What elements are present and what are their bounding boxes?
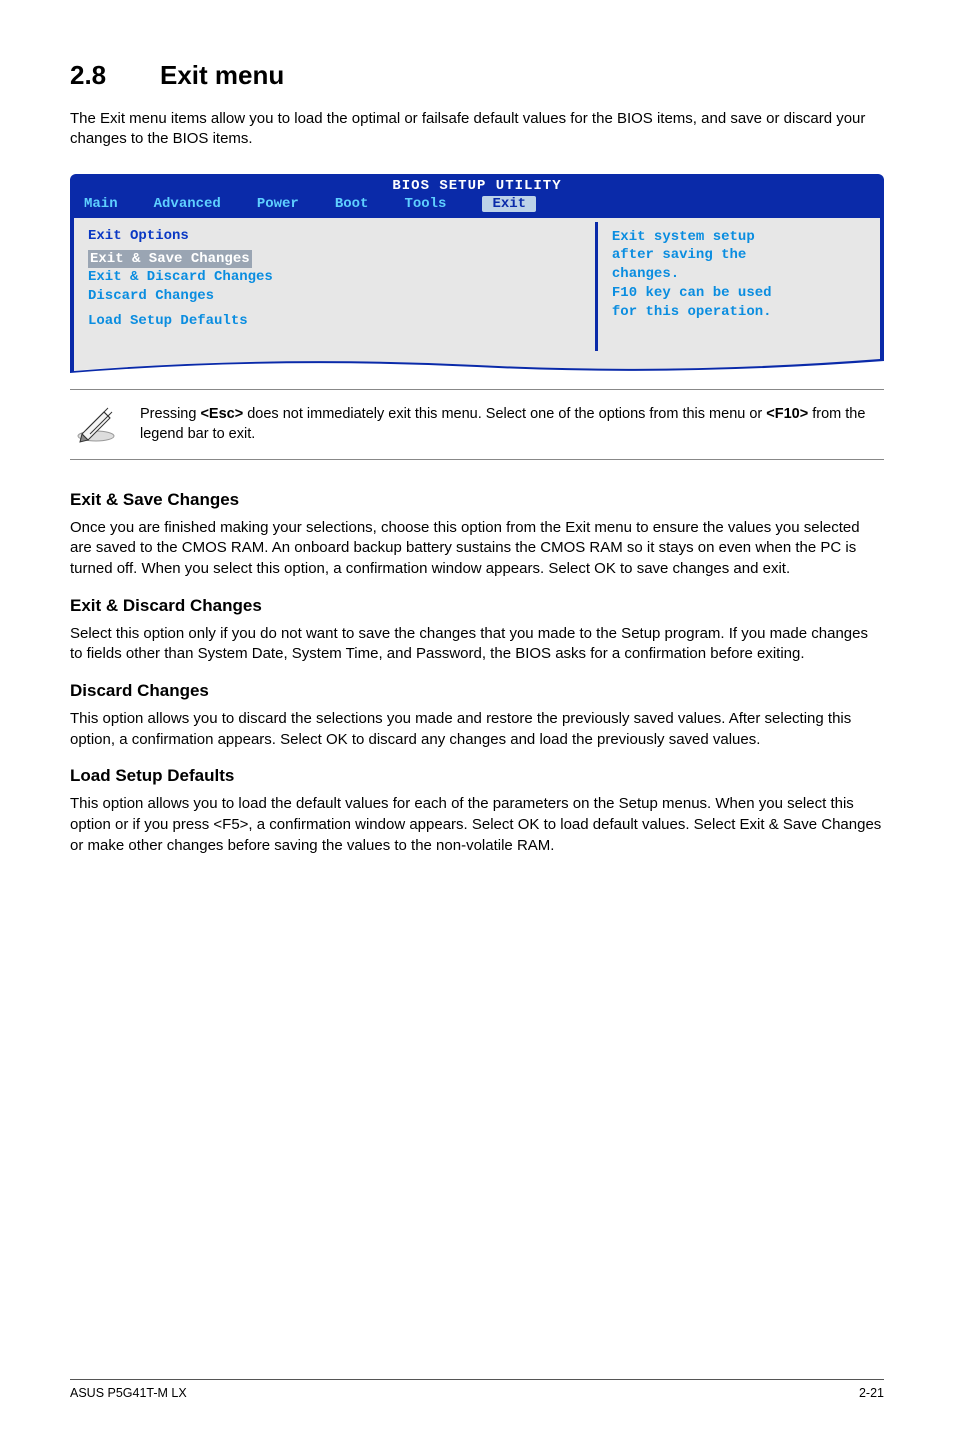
bios-tab-advanced[interactable]: Advanced <box>154 196 221 212</box>
bios-left-pane: Exit Options Exit & Save Changes Exit & … <box>74 218 595 356</box>
section-title-discard: Discard Changes <box>70 681 884 701</box>
bios-screenshot: BIOS SETUP UTILITY Main Advanced Power B… <box>70 174 884 376</box>
note-text: Pressing <Esc> does not immediately exit… <box>140 404 882 445</box>
bios-help-line: for this operation. <box>612 303 866 322</box>
bios-title: BIOS SETUP UTILITY <box>84 178 870 194</box>
bios-title-bar: BIOS SETUP UTILITY Main Advanced Power B… <box>70 174 884 218</box>
heading-title: Exit menu <box>160 60 284 90</box>
bios-help-line: Exit system setup <box>612 228 866 247</box>
section-body-save: Once you are finished making your select… <box>70 518 884 580</box>
bios-option-discard[interactable]: Discard Changes <box>88 287 581 306</box>
note-key-f10: <F10> <box>766 406 808 422</box>
bios-left-title: Exit Options <box>88 228 581 244</box>
section-body-discard: This option allows you to discard the se… <box>70 709 884 750</box>
bios-body: Exit Options Exit & Save Changes Exit & … <box>74 218 880 356</box>
bios-option-save[interactable]: Exit & Save Changes <box>88 250 252 269</box>
footer-left: ASUS P5G41T-M LX <box>70 1386 187 1400</box>
bios-tab-row: Main Advanced Power Boot Tools Exit <box>84 194 870 212</box>
bios-help-line: after saving the <box>612 246 866 265</box>
section-title-discard-exit: Exit & Discard Changes <box>70 596 884 616</box>
note-text-part: does not immediately exit this menu. Sel… <box>243 406 766 422</box>
intro-paragraph: The Exit menu items allow you to load th… <box>70 109 884 150</box>
section-title-defaults: Load Setup Defaults <box>70 766 884 786</box>
note-text-part: Pressing <box>140 406 200 422</box>
bios-help-line: changes. <box>612 265 866 284</box>
bios-bottom-decoration <box>70 353 884 375</box>
note-key-esc: <Esc> <box>200 406 243 422</box>
bios-tab-exit[interactable]: Exit <box>482 196 536 212</box>
bios-tab-tools[interactable]: Tools <box>404 196 446 212</box>
page-heading: 2.8Exit menu <box>70 60 884 91</box>
bios-help-line: F10 key can be used <box>612 284 866 303</box>
footer: ASUS P5G41T-M LX 2-21 <box>70 1379 884 1400</box>
section-body-discard-exit: Select this option only if you do not wa… <box>70 624 884 665</box>
bios-option-load-defaults[interactable]: Load Setup Defaults <box>88 312 581 331</box>
bios-tab-power[interactable]: Power <box>257 196 299 212</box>
bios-option-discard-exit[interactable]: Exit & Discard Changes <box>88 268 581 287</box>
note-row: Pressing <Esc> does not immediately exit… <box>70 389 884 460</box>
note-pencil-icon <box>72 404 120 444</box>
footer-right: 2-21 <box>859 1386 884 1400</box>
bios-right-pane: Exit system setup after saving the chang… <box>598 218 880 356</box>
section-body-defaults: This option allows you to load the defau… <box>70 794 884 856</box>
heading-number: 2.8 <box>70 60 160 91</box>
bios-tab-main[interactable]: Main <box>84 196 118 212</box>
section-title-save: Exit & Save Changes <box>70 490 884 510</box>
bios-tab-boot[interactable]: Boot <box>335 196 369 212</box>
